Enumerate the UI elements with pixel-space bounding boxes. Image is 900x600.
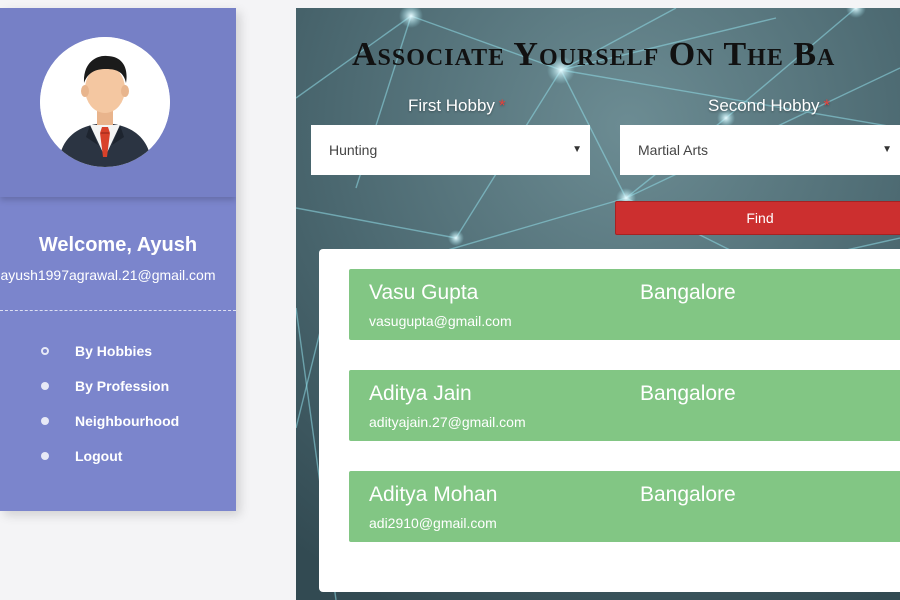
result-card[interactable]: Aditya Mohan Bangalore adi2910@gmail.com <box>349 471 900 542</box>
caret-down-icon: ▼ <box>882 144 892 155</box>
result-card[interactable]: Aditya Jain Bangalore adityajain.27@gmai… <box>349 370 900 441</box>
main-panel: Associate Yourself On The Ba First Hobby… <box>296 8 900 600</box>
user-email: ayush1997agrawal.21@gmail.com <box>0 267 216 283</box>
result-email: vasugupta@gmail.com <box>369 313 512 329</box>
page-title: Associate Yourself On The Ba <box>352 36 836 73</box>
result-name: Aditya Jain <box>369 382 472 405</box>
nav-item-label: Logout <box>75 448 123 464</box>
profile-header <box>0 8 236 197</box>
required-mark: * <box>498 96 506 115</box>
nav-item-by-hobbies[interactable]: By Hobbies <box>0 341 236 376</box>
nav-item-label: Neighbourhood <box>75 413 180 429</box>
caret-down-icon: ▼ <box>572 144 582 155</box>
result-city: Bangalore <box>640 382 736 405</box>
find-button[interactable]: Find <box>615 201 900 235</box>
result-email: adi2910@gmail.com <box>369 515 497 531</box>
sidebar: Welcome, Ayush ayush1997agrawal.21@gmail… <box>0 8 236 511</box>
nav-item-by-profession[interactable]: By Profession <box>0 376 236 411</box>
first-hobby-label-text: First Hobby <box>408 96 495 115</box>
nav-item-logout[interactable]: Logout <box>0 446 236 481</box>
second-hobby-value: Martial Arts <box>638 142 709 158</box>
second-hobby-label-text: Second Hobby <box>708 96 820 115</box>
first-hobby-value: Hunting <box>329 142 378 158</box>
result-name: Aditya Mohan <box>369 483 498 506</box>
results-panel: Vasu Gupta Bangalore vasugupta@gmail.com… <box>319 249 900 592</box>
nav-item-label: By Hobbies <box>75 343 153 359</box>
bullet-icon <box>41 452 49 460</box>
first-hobby-select[interactable]: Hunting ▼ <box>311 125 590 175</box>
first-hobby-label: First Hobby * <box>408 96 506 116</box>
avatar[interactable] <box>40 37 170 167</box>
result-name: Vasu Gupta <box>369 281 479 304</box>
bullet-icon <box>41 382 49 390</box>
second-hobby-select[interactable]: Martial Arts ▼ <box>620 125 900 175</box>
nav-item-label: By Profession <box>75 378 170 394</box>
bullet-icon <box>41 347 49 355</box>
result-card[interactable]: Vasu Gupta Bangalore vasugupta@gmail.com <box>349 269 900 340</box>
result-email: adityajain.27@gmail.com <box>369 414 526 430</box>
sidebar-nav: By Hobbies By Profession Neighbourhood L… <box>0 341 236 481</box>
result-city: Bangalore <box>640 483 736 506</box>
bullet-icon <box>41 417 49 425</box>
welcome-heading: Welcome, Ayush <box>38 234 198 256</box>
required-mark: * <box>823 96 831 115</box>
result-city: Bangalore <box>640 281 736 304</box>
second-hobby-label: Second Hobby * <box>708 96 830 116</box>
divider <box>0 310 236 311</box>
businessman-avatar-icon <box>40 37 170 167</box>
nav-item-neighbourhood[interactable]: Neighbourhood <box>0 411 236 446</box>
